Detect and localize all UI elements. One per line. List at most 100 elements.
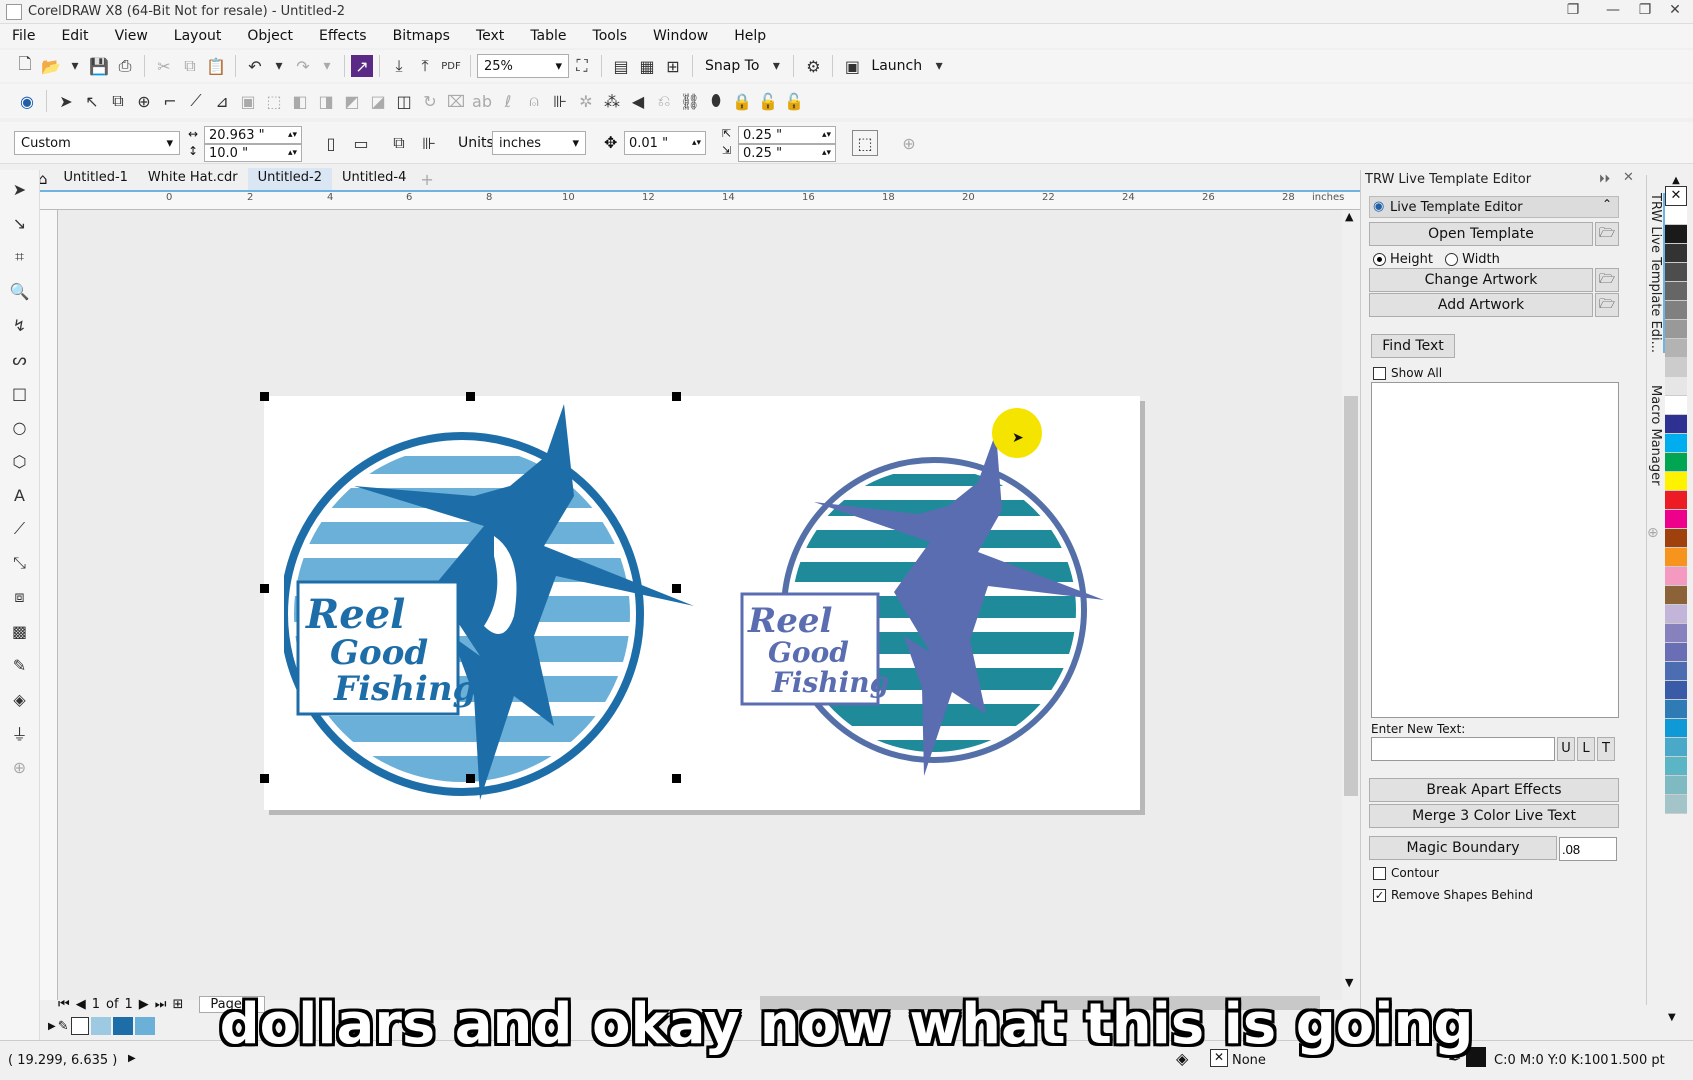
add-artwork-folder-icon[interactable]: 🗁	[1595, 293, 1619, 317]
selection-handle[interactable]	[672, 774, 681, 783]
nudge-distance-field[interactable]: 0.01 " ▴▾	[624, 131, 706, 155]
link-icon[interactable]: ⛓	[677, 88, 703, 114]
pick-tool-icon[interactable]: ➤	[7, 176, 33, 202]
crop-icon[interactable]: ⌧	[443, 88, 469, 114]
show-guidelines-icon[interactable]: ⊞	[660, 53, 686, 79]
unlock-all-icon[interactable]: 🔓	[781, 88, 807, 114]
palette-swatch[interactable]	[1665, 434, 1687, 453]
blend-tool-icon[interactable]: ⧈	[7, 584, 33, 610]
crop-tool-icon[interactable]: ⌗	[7, 244, 33, 270]
palette-swatch[interactable]	[1665, 472, 1687, 491]
parallel-dimension-icon[interactable]: ⟋	[7, 516, 33, 542]
redo-dropdown-icon[interactable]: ▾	[316, 53, 338, 79]
ellipse-tool-icon[interactable]: ○	[7, 414, 33, 440]
trw-logo-icon[interactable]: ◉	[14, 88, 40, 114]
docker-close-icon[interactable]: ✕	[1623, 170, 1634, 185]
landscape-icon[interactable]: ▭	[348, 130, 374, 156]
selection-handle[interactable]	[672, 584, 681, 593]
new-document-icon[interactable]: 🗋	[12, 53, 38, 79]
new-text-input[interactable]	[1371, 737, 1555, 761]
uppercase-button[interactable]: U	[1557, 737, 1575, 761]
dropdown-arrow-icon[interactable]: ▾	[64, 53, 86, 79]
selection-handle[interactable]	[260, 774, 269, 783]
zoom-select[interactable]: 25% ▾	[477, 54, 569, 78]
pick-tool-icon[interactable]: ➤	[53, 88, 79, 114]
tab-untitled-4[interactable]: Untitled-4	[332, 168, 416, 190]
palette-swatch[interactable]	[1665, 795, 1687, 814]
palette-swatch[interactable]	[1665, 567, 1687, 586]
remove-shapes-behind-checkbox[interactable]: ✓ Remove Shapes Behind	[1373, 888, 1533, 902]
scroll-thumb[interactable]	[1344, 396, 1358, 796]
selection-handle[interactable]	[260, 392, 269, 401]
launch-dropdown[interactable]: Launch	[871, 58, 922, 74]
align-icon[interactable]: ⊪	[547, 88, 573, 114]
panel-collapse-icon[interactable]: ⌃	[1602, 197, 1612, 211]
break-apart-effects-button[interactable]: Break Apart Effects	[1369, 778, 1619, 802]
freehand-tool-icon[interactable]: ↯	[7, 312, 33, 338]
menu-file[interactable]: File	[12, 28, 35, 44]
add-tab-icon[interactable]: +	[420, 170, 433, 189]
selection-handle[interactable]	[466, 774, 475, 783]
intersect-icon[interactable]: ◨	[313, 88, 339, 114]
palette-swatch[interactable]	[1665, 377, 1687, 396]
palette-swatch[interactable]	[1665, 491, 1687, 510]
menu-edit[interactable]: Edit	[61, 28, 88, 44]
duplicate-x-field[interactable]: 0.25 " ▴▾	[738, 126, 836, 144]
palette-swatch[interactable]	[1665, 776, 1687, 795]
text-list-box[interactable]	[1371, 382, 1619, 718]
cut-icon[interactable]: ✂	[151, 53, 177, 79]
add-tool-icon[interactable]: ⊕	[7, 754, 33, 780]
portrait-icon[interactable]: ▯	[318, 130, 344, 156]
print-icon[interactable]: ⎙	[112, 53, 138, 79]
tab-white-hat[interactable]: White Hat.cdr	[138, 168, 248, 190]
options-gear-icon[interactable]: ⚙	[800, 53, 826, 79]
simplify-icon[interactable]: ◩	[339, 88, 365, 114]
magic-boundary-value[interactable]	[1559, 837, 1617, 861]
page-width-field[interactable]: 20.963 " ▴▾	[204, 126, 302, 144]
palette-swatch[interactable]	[1665, 339, 1687, 358]
undo-dropdown-icon[interactable]: ▾	[268, 53, 290, 79]
pdf-icon[interactable]: PDF	[438, 53, 464, 79]
undo-icon[interactable]: ↶	[242, 53, 268, 79]
front-minus-back-icon[interactable]: ◪	[365, 88, 391, 114]
polygon-tool-icon[interactable]: ⬡	[7, 448, 33, 474]
duplicate-y-field[interactable]: 0.25 " ▴▾	[738, 144, 836, 162]
palette-swatch[interactable]	[1665, 206, 1687, 225]
page-icon[interactable]: ⎌	[651, 88, 677, 114]
no-fill-swatch[interactable]: ✕	[1665, 186, 1687, 206]
distribute-icon[interactable]: ✲	[573, 88, 599, 114]
weld-icon[interactable]: ⧉	[105, 88, 131, 114]
menu-window[interactable]: Window	[653, 28, 708, 44]
palette-swatch[interactable]	[1665, 282, 1687, 301]
zoom-tool-icon[interactable]: 🔍	[7, 278, 33, 304]
smart-fill-icon[interactable]: ⏚	[7, 720, 33, 746]
connector-tool-icon[interactable]: ⤡	[7, 550, 33, 576]
export-icon[interactable]: ⤒	[412, 53, 438, 79]
launch-icon[interactable]: ▣	[839, 53, 865, 79]
break-icon[interactable]: ⬚	[261, 88, 287, 114]
rectangle-tool-icon[interactable]: □	[7, 380, 33, 406]
open-template-button[interactable]: Open Template	[1369, 222, 1593, 246]
selection-handle[interactable]	[260, 584, 269, 593]
close-button[interactable]: ✕	[1665, 2, 1685, 20]
minimize-button[interactable]: —	[1603, 2, 1623, 20]
palette-swatch[interactable]	[1665, 605, 1687, 624]
selection-handle[interactable]	[672, 392, 681, 401]
palette-swatch[interactable]	[1665, 510, 1687, 529]
side-tab-macro-manager[interactable]: Macro Manager	[1648, 385, 1663, 485]
transparency-tool-icon[interactable]: ▩	[7, 618, 33, 644]
scroll-down-icon[interactable]: ▼	[1345, 976, 1353, 989]
paste-icon[interactable]: 📋	[203, 53, 229, 79]
snap-to-arrow-icon[interactable]: ▾	[765, 53, 787, 79]
merge-live-text-button[interactable]: Merge 3 Color Live Text	[1369, 804, 1619, 828]
docker-collapse-icon[interactable]: ⏵⏵	[1599, 172, 1610, 186]
menu-text[interactable]: Text	[476, 28, 504, 44]
maximize-button[interactable]: ❐	[1635, 2, 1655, 20]
add-shape-icon[interactable]: ⊕	[131, 88, 157, 114]
palette-swatch[interactable]	[1665, 453, 1687, 472]
copy-icon[interactable]: ⧉	[177, 53, 203, 79]
palette-swatch[interactable]	[1665, 700, 1687, 719]
interactive-fill-icon[interactable]: ◈	[7, 686, 33, 712]
import-icon[interactable]: ⤓	[386, 53, 412, 79]
launch-arrow-icon[interactable]: ▾	[928, 53, 950, 79]
